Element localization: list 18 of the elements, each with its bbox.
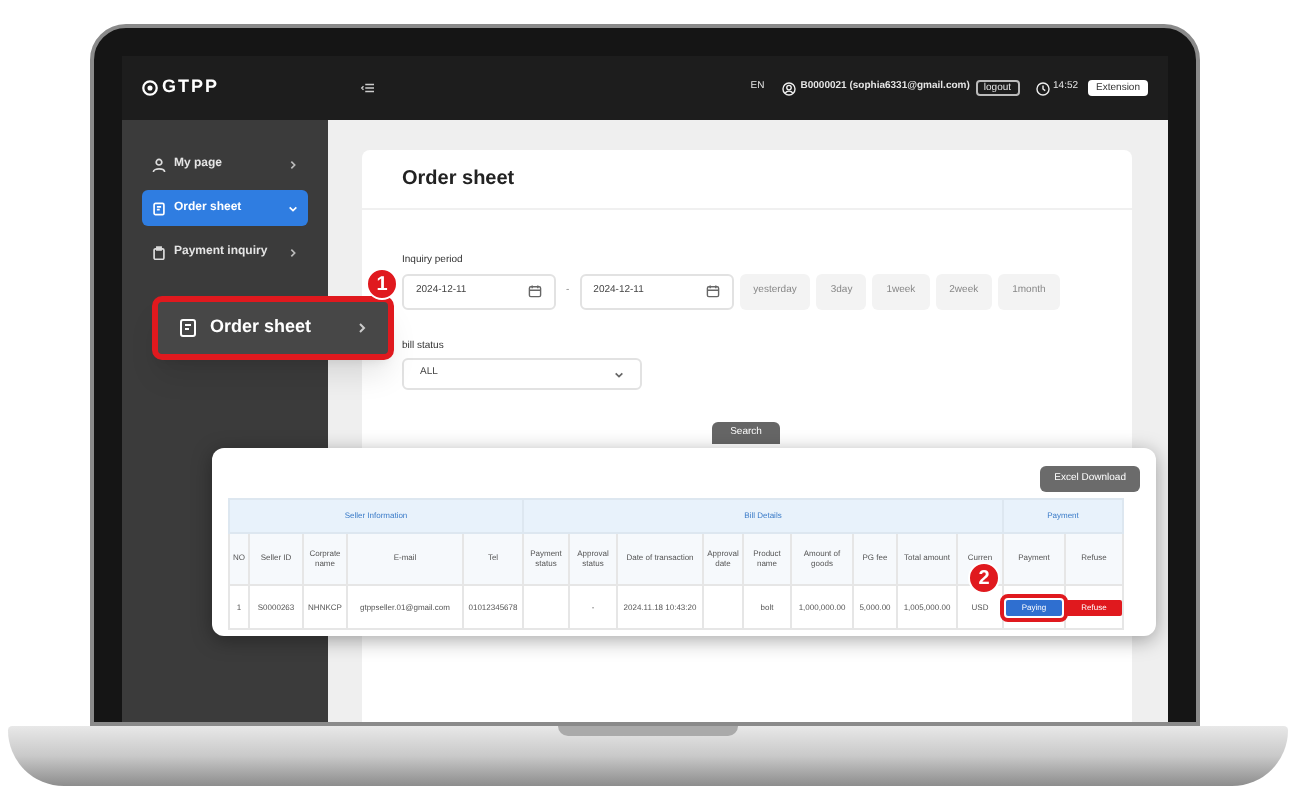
chevron-down-icon	[614, 369, 624, 379]
clipboard-icon	[152, 245, 166, 259]
menu-collapse-icon[interactable]	[359, 82, 374, 94]
logo-text: GTPP	[162, 74, 220, 101]
document-icon	[178, 318, 198, 338]
chevron-right-icon	[288, 159, 298, 169]
chevron-down-icon	[288, 203, 298, 213]
calendar-icon	[705, 284, 720, 298]
calendar-icon	[528, 284, 542, 298]
chevron-right-icon	[288, 247, 298, 257]
page-title: Order sheet	[402, 166, 515, 194]
person-icon	[152, 157, 166, 171]
chevron-right-icon	[356, 322, 368, 334]
document-icon	[152, 201, 166, 215]
clock-icon	[1035, 81, 1050, 95]
user-avatar-icon	[782, 81, 797, 95]
callout-menu-item[interactable]: Order sheet	[152, 296, 394, 360]
logo-icon	[142, 80, 158, 96]
